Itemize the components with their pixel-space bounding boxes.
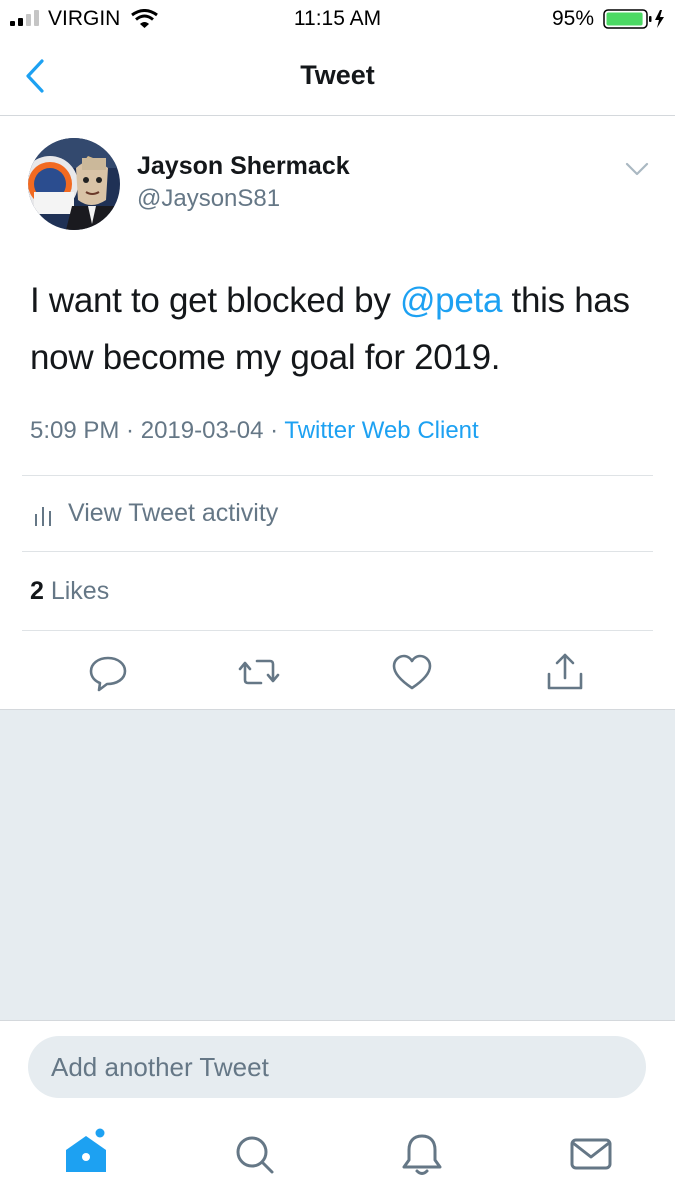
reply-composer-input[interactable]: Add another Tweet bbox=[28, 1036, 646, 1098]
likes-label: Likes bbox=[43, 577, 110, 605]
nav-bar: Tweet bbox=[0, 38, 675, 116]
battery-percent: 95% bbox=[552, 7, 595, 30]
search-icon[interactable] bbox=[230, 1130, 280, 1180]
tweet-text: I want to get blocked by @peta this has … bbox=[30, 272, 650, 386]
reply-icon[interactable] bbox=[86, 650, 130, 694]
notifications-icon[interactable] bbox=[397, 1130, 447, 1180]
author-handle[interactable]: @JaysonS81 bbox=[137, 185, 280, 213]
chevron-down-icon[interactable] bbox=[624, 160, 650, 178]
view-activity-text: View Tweet activity bbox=[68, 499, 279, 527]
author-name[interactable]: Jayson Shermack bbox=[137, 152, 350, 181]
tweet-source-link[interactable]: Twitter Web Client bbox=[284, 417, 478, 444]
tweet-date: 2019-03-04 bbox=[140, 417, 264, 444]
view-activity-label: View Tweet activity bbox=[68, 499, 278, 528]
likes-number: 2 bbox=[30, 577, 44, 605]
tweet-text-part: I want to get blocked by bbox=[30, 281, 400, 320]
empty-area bbox=[0, 709, 675, 1021]
tweet-time: 5:09 PM bbox=[30, 417, 120, 444]
divider bbox=[22, 630, 653, 631]
status-bar: VIRGIN 11:15 AM 95% bbox=[0, 0, 675, 38]
like-icon[interactable] bbox=[390, 650, 434, 694]
meta-separator: · bbox=[119, 417, 141, 444]
page-title: Tweet bbox=[300, 60, 375, 90]
messages-icon[interactable] bbox=[566, 1130, 616, 1180]
bar-chart-icon bbox=[35, 507, 51, 526]
avatar[interactable] bbox=[28, 138, 120, 230]
mention-link[interactable]: @peta bbox=[400, 281, 502, 320]
meta-separator: · bbox=[263, 417, 285, 444]
share-icon[interactable] bbox=[543, 650, 587, 694]
likes-count[interactable]: 2 Likes bbox=[30, 577, 109, 606]
divider bbox=[22, 475, 653, 476]
divider bbox=[22, 551, 653, 552]
composer-placeholder: Add another Tweet bbox=[51, 1052, 269, 1082]
home-icon[interactable] bbox=[62, 1128, 112, 1178]
battery-icon bbox=[603, 9, 664, 29]
tweet-meta: 5:09 PM · 2019-03-04 · Twitter Web Clien… bbox=[30, 417, 479, 445]
retweet-icon[interactable] bbox=[237, 650, 281, 694]
